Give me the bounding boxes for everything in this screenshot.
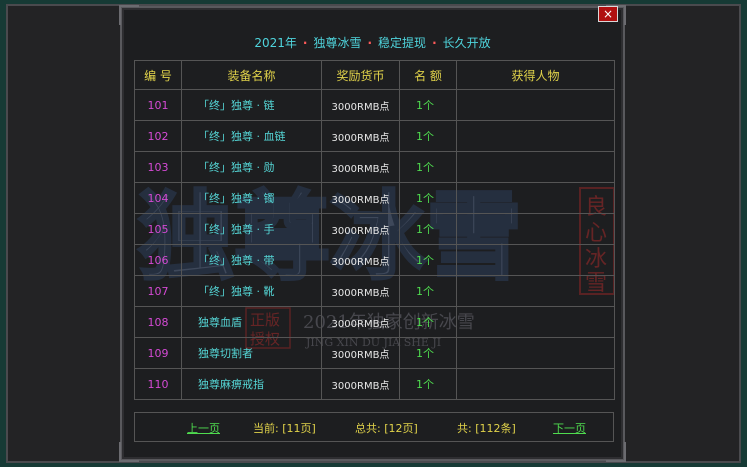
cell-quota: 1个 xyxy=(399,151,457,183)
cell-id: 110 xyxy=(134,368,182,400)
title-long-term: 长久开放 xyxy=(442,36,491,50)
cell-item-name: 「终」独尊 · 镯 xyxy=(181,182,322,214)
cell-quota: 1个 xyxy=(399,306,457,338)
cell-reward: 3000RMB点 xyxy=(321,213,400,245)
cell-id: 106 xyxy=(134,244,182,276)
cell-winner xyxy=(456,368,615,400)
cell-quota: 1个 xyxy=(399,368,457,400)
cell-id: 102 xyxy=(134,120,182,152)
corner-ornament xyxy=(119,442,139,462)
cell-id: 105 xyxy=(134,213,182,245)
reward-table: 编 号 装备名称 奖励货币 名 额 获得人物 101 「终」独尊 · 链 3000R… xyxy=(134,60,615,400)
cell-winner xyxy=(456,306,615,338)
cell-quota: 1个 xyxy=(399,213,457,245)
cell-reward: 3000RMB点 xyxy=(321,337,400,369)
cell-item-name: 「终」独尊 · 链 xyxy=(181,89,322,121)
cell-winner xyxy=(456,151,615,183)
table-row: 103 「终」独尊 · 勋 3000RMB点 1个 xyxy=(134,151,615,183)
prev-page-link[interactable]: 上一页 xyxy=(187,420,220,436)
cell-id: 109 xyxy=(134,337,182,369)
table-row: 110 独尊麻痹戒指 3000RMB点 1个 xyxy=(134,368,615,400)
next-page-link[interactable]: 下一页 xyxy=(553,420,586,436)
cell-quota: 1个 xyxy=(399,120,457,152)
cell-quota: 1个 xyxy=(399,275,457,307)
header-quota: 名 额 xyxy=(399,60,457,90)
cell-quota: 1个 xyxy=(399,337,457,369)
cell-id: 104 xyxy=(134,182,182,214)
cell-reward: 3000RMB点 xyxy=(321,244,400,276)
table-row: 101 「终」独尊 · 链 3000RMB点 1个 xyxy=(134,89,615,121)
cell-quota: 1个 xyxy=(399,182,457,214)
table-header-row: 编 号 装备名称 奖励货币 名 额 获得人物 xyxy=(134,60,615,90)
cell-reward: 3000RMB点 xyxy=(321,368,400,400)
cell-quota: 1个 xyxy=(399,89,457,121)
cell-item-name: 「终」独尊 · 带 xyxy=(181,244,322,276)
pagination-bar: 上一页 当前: [11页] 总共: [12页] 共: [112条] 下一页 xyxy=(134,412,614,442)
cell-item-name: 「终」独尊 · 血链 xyxy=(181,120,322,152)
cell-id: 101 xyxy=(134,89,182,121)
cell-winner xyxy=(456,182,615,214)
header-item-name: 装备名称 xyxy=(181,60,322,90)
title-game-name: 独尊冰雪 xyxy=(313,36,362,50)
cell-item-name: 独尊切割者 xyxy=(181,337,322,369)
table-row: 102 「终」独尊 · 血链 3000RMB点 1个 xyxy=(134,120,615,152)
cell-item-name: 独尊麻痹戒指 xyxy=(181,368,322,400)
cell-reward: 3000RMB点 xyxy=(321,182,400,214)
header-id: 编 号 xyxy=(134,60,182,90)
corner-ornament xyxy=(119,5,139,25)
table-row: 109 独尊切割者 3000RMB点 1个 xyxy=(134,337,615,369)
title-separator: · xyxy=(367,36,373,50)
cell-id: 108 xyxy=(134,306,182,338)
cell-id: 103 xyxy=(134,151,182,183)
corner-ornament xyxy=(606,442,626,462)
cell-winner xyxy=(456,213,615,245)
title-year: 2021年 xyxy=(254,36,297,50)
cell-item-name: 「终」独尊 · 靴 xyxy=(181,275,322,307)
total-items-label: 共: [112条] xyxy=(457,422,516,435)
table-row: 105 「终」独尊 · 手 3000RMB点 1个 xyxy=(134,213,615,245)
header-reward: 奖励货币 xyxy=(321,60,400,90)
cell-item-name: 「终」独尊 · 勋 xyxy=(181,151,322,183)
title-stable: 稳定提现 xyxy=(378,36,427,50)
cell-quota: 1个 xyxy=(399,244,457,276)
cell-item-name: 「终」独尊 · 手 xyxy=(181,213,322,245)
table-row: 106 「终」独尊 · 带 3000RMB点 1个 xyxy=(134,244,615,276)
table-row: 104 「终」独尊 · 镯 3000RMB点 1个 xyxy=(134,182,615,214)
dialog-title: 2021年 · 独尊冰雪 · 稳定提现 · 长久开放 xyxy=(120,34,625,51)
close-button[interactable]: × xyxy=(598,6,618,22)
table-row: 108 独尊血盾 3000RMB点 1个 xyxy=(134,306,615,338)
cell-winner xyxy=(456,244,615,276)
cell-winner xyxy=(456,275,615,307)
title-separator: · xyxy=(432,36,437,50)
cell-reward: 3000RMB点 xyxy=(321,120,400,152)
header-winner: 获得人物 xyxy=(456,60,615,90)
cell-reward: 3000RMB点 xyxy=(321,306,400,338)
cell-reward: 3000RMB点 xyxy=(321,275,400,307)
cell-winner xyxy=(456,120,615,152)
cell-winner xyxy=(456,337,615,369)
cell-id: 107 xyxy=(134,275,182,307)
title-separator: · xyxy=(302,36,308,50)
table-row: 107 「终」独尊 · 靴 3000RMB点 1个 xyxy=(134,275,615,307)
cell-winner xyxy=(456,89,615,121)
cell-reward: 3000RMB点 xyxy=(321,89,400,121)
cell-reward: 3000RMB点 xyxy=(321,151,400,183)
cell-item-name: 独尊血盾 xyxy=(181,306,322,338)
current-page-label: 当前: [11页] xyxy=(253,422,316,435)
total-pages-label: 总共: [12页] xyxy=(355,422,418,435)
